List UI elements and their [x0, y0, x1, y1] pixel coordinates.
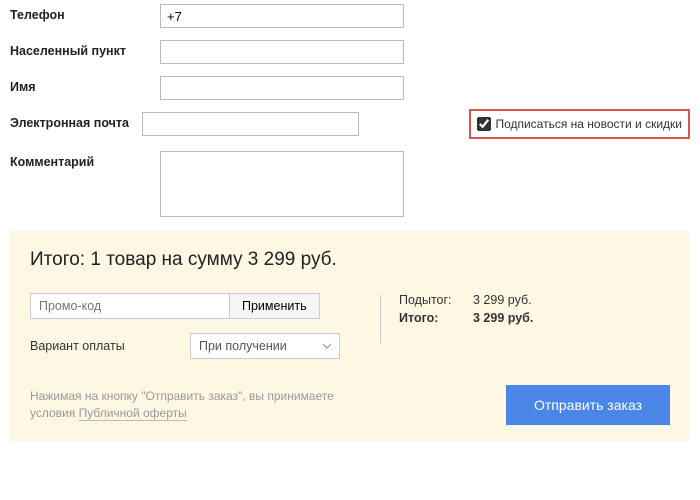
- order-summary: Итого: 1 товар на сумму 3 299 руб. Приме…: [10, 231, 690, 441]
- totals: Подытог: 3 299 руб. Итого: 3 299 руб.: [399, 293, 533, 359]
- email-input[interactable]: [142, 112, 359, 136]
- promo-apply-button[interactable]: Применить: [230, 293, 320, 319]
- summary-title: Итого: 1 товар на сумму 3 299 руб.: [30, 249, 670, 271]
- comment-label: Комментарий: [10, 151, 160, 169]
- email-row: Электронная почта Подписаться на новости…: [10, 112, 690, 139]
- name-input[interactable]: [160, 76, 404, 100]
- promo-row: Применить: [30, 293, 380, 319]
- name-row: Имя: [10, 76, 690, 100]
- subtotal-label: Подытог:: [399, 293, 463, 307]
- summary-mid: Применить Вариант оплаты При получении П…: [30, 293, 670, 359]
- vertical-divider: [380, 295, 381, 343]
- comment-row: Комментарий: [10, 151, 690, 217]
- payment-select-wrap: При получении: [190, 333, 340, 359]
- phone-input[interactable]: [160, 4, 404, 28]
- phone-label: Телефон: [10, 4, 160, 22]
- offer-link[interactable]: Публичной оферты: [79, 406, 187, 421]
- total-label: Итого:: [399, 311, 463, 325]
- payment-row: Вариант оплаты При получении: [30, 333, 380, 359]
- checkout-form: Телефон Населенный пункт Имя Электронная…: [0, 0, 700, 217]
- phone-row: Телефон: [10, 4, 690, 28]
- total-value: 3 299 руб.: [473, 311, 533, 325]
- promo-input[interactable]: [30, 293, 230, 319]
- payment-select[interactable]: При получении: [190, 333, 340, 359]
- summary-footer: Нажимая на кнопку "Отправить заказ", вы …: [30, 385, 670, 425]
- submit-order-button[interactable]: Отправить заказ: [506, 385, 670, 425]
- comment-textarea[interactable]: [160, 151, 404, 217]
- city-row: Населенный пункт: [10, 40, 690, 64]
- payment-selected-text: При получении: [199, 339, 287, 353]
- subtotal-value: 3 299 руб.: [473, 293, 532, 307]
- payment-label: Вариант оплаты: [30, 339, 190, 353]
- city-label: Населенный пункт: [10, 40, 160, 58]
- subscribe-highlight: Подписаться на новости и скидки: [469, 109, 690, 139]
- subscribe-label: Подписаться на новости и скидки: [495, 117, 682, 131]
- summary-left: Применить Вариант оплаты При получении: [30, 293, 380, 359]
- name-label: Имя: [10, 76, 160, 94]
- disclaimer: Нажимая на кнопку "Отправить заказ", вы …: [30, 388, 360, 423]
- city-input[interactable]: [160, 40, 404, 64]
- email-label: Электронная почта: [10, 112, 142, 130]
- subscribe-checkbox[interactable]: [477, 117, 491, 131]
